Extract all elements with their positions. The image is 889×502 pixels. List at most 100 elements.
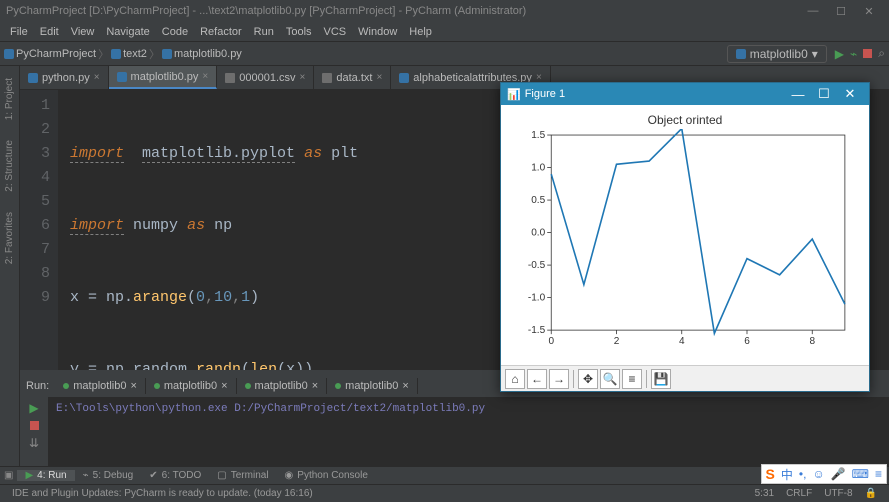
python-icon: ◉: [285, 470, 294, 481]
ime-emoji-icon[interactable]: ☺: [812, 467, 824, 481]
figure-titlebar[interactable]: 📊 Figure 1 — ☐ ✕: [501, 83, 869, 105]
stop-button[interactable]: [863, 49, 872, 58]
close-icon[interactable]: ✕: [837, 86, 863, 102]
window-titlebar: PyCharmProject [D:\PyCharmProject] - ...…: [0, 0, 889, 22]
menu-vcs[interactable]: VCS: [318, 24, 353, 40]
maximize-icon[interactable]: ☐: [811, 86, 837, 102]
close-tab-icon[interactable]: ×: [94, 72, 100, 83]
close-icon[interactable]: ✕: [855, 2, 883, 20]
menu-code[interactable]: Code: [156, 24, 194, 40]
menu-view[interactable]: View: [65, 24, 101, 40]
minimize-icon[interactable]: —: [799, 2, 827, 20]
lock-icon[interactable]: 🔒: [859, 488, 883, 499]
menu-tools[interactable]: Tools: [280, 24, 318, 40]
close-icon[interactable]: ×: [221, 380, 227, 392]
run-tab[interactable]: matplotlib0×: [327, 378, 418, 394]
status-bar: IDE and Plugin Updates: PyCharm is ready…: [0, 484, 889, 502]
ime-keyboard-icon[interactable]: ⌨: [852, 467, 869, 481]
run-config-selector[interactable]: matplotlib0 ▾: [727, 45, 827, 63]
txt-file-icon: [322, 73, 332, 83]
ime-toolbar[interactable]: S 中 •, ☺ 🎤 ⌨ ≡: [761, 464, 887, 484]
forward-button[interactable]: →: [549, 369, 569, 389]
menu-edit[interactable]: Edit: [34, 24, 65, 40]
ime-punct-icon[interactable]: •,: [799, 467, 807, 481]
configure-button[interactable]: ≡: [622, 369, 642, 389]
ime-logo-icon[interactable]: S: [766, 466, 775, 482]
svg-text:6: 6: [744, 336, 750, 347]
line-numbers: 123456789: [20, 90, 58, 370]
figure-canvas[interactable]: Object orinted 02468-1.5-1.0-0.50.00.51.…: [501, 105, 869, 365]
close-icon[interactable]: ×: [130, 380, 136, 392]
python-file-icon: [736, 49, 746, 59]
line-separator[interactable]: CRLF: [780, 488, 818, 499]
structure-toolwindow-tab[interactable]: 2: Structure: [4, 136, 15, 196]
run-tab[interactable]: matplotlib0×: [146, 378, 237, 394]
stop-button[interactable]: [30, 421, 39, 430]
breadcrumb-file[interactable]: matplotlib0.py: [174, 48, 242, 60]
terminal-icon: ▢: [217, 470, 226, 481]
favorites-toolwindow-tab[interactable]: 2: Favorites: [4, 208, 15, 268]
svg-text:0.0: 0.0: [531, 228, 545, 239]
editor-tab[interactable]: data.txt×: [314, 66, 391, 89]
run-tab[interactable]: matplotlib0×: [237, 378, 328, 394]
down-icon[interactable]: ⇊: [29, 436, 39, 450]
python-file-icon: [162, 49, 172, 59]
chevron-down-icon: ▾: [812, 47, 818, 61]
chart-title: Object orinted: [501, 113, 869, 127]
run-controls: ▶ ⇊: [20, 397, 48, 466]
python-file-icon: [399, 73, 409, 83]
zoom-button[interactable]: 🔍: [600, 369, 620, 389]
status-dot-icon: [154, 383, 160, 389]
editor-tab[interactable]: python.py×: [20, 66, 109, 89]
menu-help[interactable]: Help: [403, 24, 438, 40]
ime-mic-icon[interactable]: 🎤: [831, 467, 846, 481]
back-button[interactable]: ←: [527, 369, 547, 389]
minimize-icon[interactable]: —: [785, 87, 811, 102]
debug-button[interactable]: ⌁: [850, 47, 857, 61]
project-toolwindow-tab[interactable]: 1: Project: [4, 74, 15, 124]
close-tab-icon[interactable]: ×: [300, 72, 306, 83]
matplotlib-figure-window[interactable]: 📊 Figure 1 — ☐ ✕ Object orinted 02468-1.…: [500, 82, 870, 392]
file-encoding[interactable]: UTF-8: [818, 488, 858, 499]
pan-button[interactable]: ✥: [578, 369, 598, 389]
terminal-toolwindow-tab[interactable]: ▢Terminal: [209, 470, 276, 481]
debug-toolwindow-tab[interactable]: ⌁5: Debug: [75, 470, 142, 481]
close-tab-icon[interactable]: ×: [376, 72, 382, 83]
todo-toolwindow-tab[interactable]: ✔6: TODO: [141, 470, 209, 481]
run-tab[interactable]: matplotlib0×: [55, 378, 146, 394]
menu-refactor[interactable]: Refactor: [194, 24, 248, 40]
toolwindow-toggle-icon[interactable]: ▣: [0, 470, 17, 481]
window-title: PyCharmProject [D:\PyCharmProject] - ...…: [6, 5, 526, 17]
breadcrumb-root[interactable]: PyCharmProject: [16, 48, 96, 60]
run-label: Run:: [20, 380, 55, 392]
close-icon[interactable]: ×: [402, 380, 408, 392]
status-message: IDE and Plugin Updates: PyCharm is ready…: [6, 488, 319, 499]
menu-file[interactable]: File: [4, 24, 34, 40]
caret-position[interactable]: 5:31: [749, 488, 780, 499]
menu-bar: File Edit View Navigate Code Refactor Ru…: [0, 22, 889, 42]
figure-title: Figure 1: [525, 88, 565, 100]
python-file-icon: [28, 73, 38, 83]
editor-tab[interactable]: 000001.csv×: [217, 66, 314, 89]
ime-settings-icon[interactable]: ≡: [875, 467, 882, 481]
maximize-icon[interactable]: ☐: [827, 2, 855, 20]
ime-language-indicator[interactable]: 中: [781, 466, 793, 483]
breadcrumb-folder[interactable]: text2: [123, 48, 147, 60]
menu-run[interactable]: Run: [248, 24, 280, 40]
run-output[interactable]: E:\Tools\python\python.exe D:/PyCharmPro…: [48, 397, 889, 466]
navigation-toolbar: PyCharmProject 〉 text2 〉 matplotlib0.py …: [0, 42, 889, 66]
run-button[interactable]: ▶: [835, 47, 844, 61]
pyconsole-toolwindow-tab[interactable]: ◉Python Console: [277, 470, 376, 481]
search-icon[interactable]: ⌕: [878, 46, 885, 61]
save-button[interactable]: 💾: [651, 369, 671, 389]
run-toolwindow-tab[interactable]: ▶4: Run: [17, 470, 74, 481]
home-button[interactable]: ⌂: [505, 369, 525, 389]
editor-tab[interactable]: matplotlib0.py×: [109, 66, 218, 89]
rerun-button[interactable]: ▶: [29, 401, 38, 415]
run-config-label: matplotlib0: [750, 47, 808, 61]
svg-text:1.0: 1.0: [531, 163, 545, 174]
close-icon[interactable]: ×: [312, 380, 318, 392]
close-tab-icon[interactable]: ×: [202, 71, 208, 82]
menu-window[interactable]: Window: [352, 24, 403, 40]
menu-navigate[interactable]: Navigate: [100, 24, 155, 40]
